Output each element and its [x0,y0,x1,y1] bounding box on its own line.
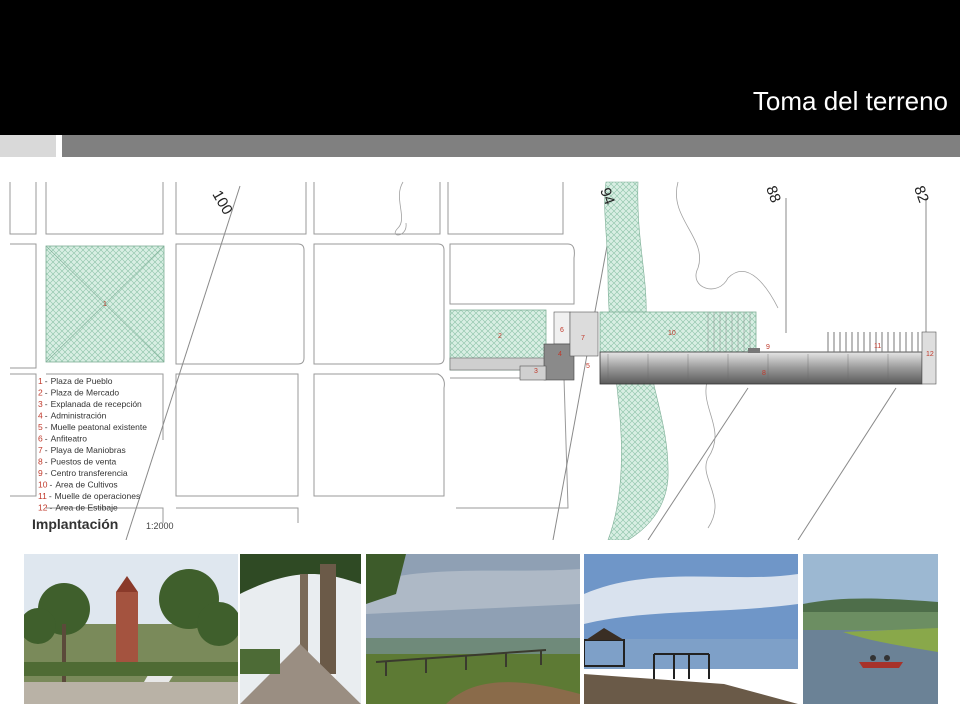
zone-9-block [748,348,760,353]
svg-text:8-Puestos de venta: 8- Puestos de venta [38,457,117,467]
zone-8-roof [599,351,923,385]
zone-number: 12 [926,351,934,358]
slide-header: Toma del terreno [0,0,960,135]
zone-4-block [543,343,575,381]
svg-text:3-Explanada de recepción: 3- Explanada de recepción [38,399,142,409]
zone-number: 11 [874,343,881,350]
slide-title: Toma del terreno [752,86,948,116]
svg-text:2-Plaza de Mercado: 2- Plaza de Mercado [38,388,119,398]
plan-legend: 1- Plaza de Pueblo 2- Plaza de Mercado 3-E… [38,376,147,513]
zone-number: 4 [558,351,562,358]
plan-scale: 1:2000 [146,521,174,531]
photo-palm-walkway [240,554,361,704]
zone-number: 2 [498,333,502,340]
zone-number: 10 [668,330,676,337]
zone-7-block [569,311,599,357]
zone-12-block [921,331,937,385]
svg-text:6-Anfiteatro: 6- Anfiteatro [38,434,87,444]
zone-number: 6 [560,327,564,334]
photo-river-boat [803,554,938,704]
zone-number: 7 [581,335,585,342]
svg-text:10-Area de Cultivos: 10- Area de Cultivos [38,480,118,490]
svg-text:11-Muelle de operaciones: 11- Muelle de operaciones [38,491,140,501]
svg-text:5-Muelle peatonal existente: 5- Muelle peatonal existente [38,422,147,432]
svg-text:7-Playa de Maniobras: 7- Playa de Maniobras [38,445,126,455]
zone-number: 9 [766,344,770,351]
zone-number: 3 [534,368,538,375]
photo-wooden-pier [366,554,580,704]
zone-number: 1 [103,301,107,308]
svg-text:1-Plaza de Pueblo: 1- Plaza de Pueblo [38,376,113,386]
svg-text:9-Centro transferencia: 9- Centro transferencia [38,468,128,478]
accent-bar-light [0,135,56,157]
plan-caption: Implantación [32,516,118,532]
street-number-82: 82 [910,184,932,205]
svg-text:4-Administración: 4- Administración [38,411,107,421]
zone-11-pier [827,332,919,352]
svg-text:12-Area de Estibaje: 12- Area de Estibaje [38,503,118,513]
photo-plaza [24,554,238,704]
zone-10-cultivos [599,311,757,353]
site-plan: 100 94 88 82 1 2 3 4 5 6 7 8 9 10 11 12 … [9,181,937,540]
street-number-88: 88 [762,184,784,205]
zone-3-block [519,365,547,381]
zone-number: 5 [586,363,590,370]
accent-bar-dark [62,135,960,157]
photo-lake-gazebo [584,554,798,704]
zone-number: 8 [762,370,766,377]
